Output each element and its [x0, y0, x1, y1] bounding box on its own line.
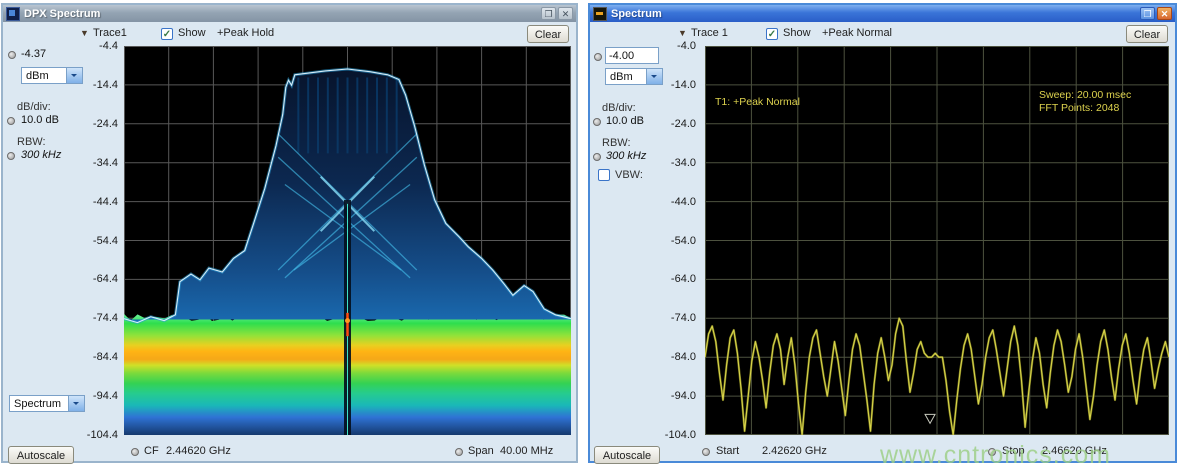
y-tick-label: -74.4: [93, 312, 118, 324]
knob-icon[interactable]: [593, 153, 601, 161]
clear-button[interactable]: Clear: [527, 25, 569, 43]
y-tick-label: -54.4: [93, 235, 118, 247]
vbw-checkbox[interactable]: [598, 169, 610, 181]
ref-level-value[interactable]: -4.37: [21, 48, 46, 60]
rbw-value[interactable]: 300 kHz: [21, 149, 61, 161]
y-tick-label: -44.0: [671, 196, 696, 208]
dpx-bottom-bar: CF 2.44620 GHz Span 40.00 MHz: [3, 443, 576, 461]
db-div-value[interactable]: 10.0 dB: [21, 114, 59, 126]
db-div-label: dB/div:: [602, 102, 636, 114]
y-tick-label: -44.4: [93, 196, 118, 208]
knob-icon[interactable]: [455, 448, 463, 456]
knob-icon[interactable]: [8, 51, 16, 59]
y-tick-label: -4.0: [677, 40, 696, 52]
trace-expander-icon[interactable]: ▼: [678, 28, 687, 38]
y-tick-label: -34.4: [93, 157, 118, 169]
knob-icon[interactable]: [702, 448, 710, 456]
y-tick-label: -94.0: [671, 390, 696, 402]
y-tick-label: -94.4: [93, 390, 118, 402]
y-tick-label: -104.4: [87, 429, 118, 441]
dpx-window-title: DPX Spectrum: [24, 8, 539, 20]
y-tick-label: -24.0: [671, 118, 696, 130]
y-tick-label: -74.0: [671, 312, 696, 324]
y-tick-label: -54.0: [671, 235, 696, 247]
y-tick-label: -14.4: [93, 79, 118, 91]
show-checkbox[interactable]: ✓: [161, 28, 173, 40]
trace-selector[interactable]: Trace1: [93, 27, 127, 39]
trace-mode-label: +Peak Normal: [822, 27, 892, 39]
fft-points-annotation: FFT Points: 2048: [1039, 102, 1119, 114]
rbw-value[interactable]: 300 kHz: [606, 150, 646, 162]
db-div-label: dB/div:: [17, 101, 51, 113]
dpx-titlebar[interactable]: DPX Spectrum ❐ ✕: [3, 5, 576, 22]
show-label: Show: [783, 27, 811, 39]
dpx-app-icon: [6, 7, 20, 21]
y-tick-label: -14.0: [671, 79, 696, 91]
y-tick-label: -84.0: [671, 351, 696, 363]
knob-icon[interactable]: [593, 118, 601, 126]
spectrum-window: Spectrum ❐ ✕ ▼ Trace 1 ✓ Show +Peak Norm…: [588, 3, 1177, 463]
dpx-y-axis: -4.4-14.4-24.4-34.4-44.4-54.4-64.4-74.4-…: [72, 46, 120, 435]
rbw-label: RBW:: [17, 136, 46, 148]
vbw-label: VBW:: [615, 169, 643, 181]
spectrum-titlebar[interactable]: Spectrum ❐ ✕: [590, 5, 1175, 22]
knob-icon[interactable]: [131, 448, 139, 456]
y-tick-label: -24.4: [93, 118, 118, 130]
close-button[interactable]: ✕: [558, 7, 573, 20]
knob-icon[interactable]: [7, 152, 15, 160]
dpx-toolbar: ▼ Trace1 ✓ Show +Peak Hold Clear: [3, 22, 576, 46]
knob-icon[interactable]: [594, 53, 602, 61]
restore-button[interactable]: ❐: [541, 7, 556, 20]
show-checkbox[interactable]: ✓: [766, 28, 778, 40]
spectrum-y-axis: -4.0-14.0-24.0-34.0-44.0-54.0-64.0-74.0-…: [650, 46, 698, 435]
knob-icon[interactable]: [7, 117, 15, 125]
start-label: Start: [716, 445, 739, 457]
trace-selector[interactable]: Trace 1: [691, 27, 728, 39]
dpx-plot[interactable]: [124, 46, 571, 435]
spectrum-window-title: Spectrum: [611, 8, 1138, 20]
clear-button[interactable]: Clear: [1126, 25, 1168, 43]
cf-value[interactable]: 2.44620 GHz: [166, 445, 231, 457]
span-value[interactable]: 40.00 MHz: [500, 445, 553, 457]
y-tick-label: -64.4: [93, 273, 118, 285]
trace-expander-icon[interactable]: ▼: [80, 28, 89, 38]
dpx-spectrum-window: DPX Spectrum ❐ ✕ ▼ Trace1 ✓ Show +Peak H…: [1, 3, 578, 463]
y-tick-label: -34.0: [671, 157, 696, 169]
y-tick-label: -64.0: [671, 273, 696, 285]
sweep-annotation: Sweep: 20.00 msec: [1039, 89, 1131, 101]
trace-info-annotation: T1: +Peak Normal: [715, 96, 800, 108]
y-tick-label: -84.4: [93, 351, 118, 363]
y-tick-label: -104.0: [665, 429, 696, 441]
show-label: Show: [178, 27, 206, 39]
rbw-label: RBW:: [602, 137, 631, 149]
watermark: www.cntronics.com: [880, 441, 1111, 470]
start-value[interactable]: 2.42620 GHz: [762, 445, 827, 457]
y-tick-label: -4.4: [99, 40, 118, 52]
close-button[interactable]: ✕: [1157, 7, 1172, 20]
spectrum-app-icon: [593, 7, 607, 21]
spectrum-plot[interactable]: T1: +Peak Normal Sweep: 20.00 msec FFT P…: [705, 46, 1169, 435]
trace-mode-label: +Peak Hold: [217, 27, 274, 39]
restore-button[interactable]: ❐: [1140, 7, 1155, 20]
db-div-value[interactable]: 10.0 dB: [606, 115, 644, 127]
cf-label: CF: [144, 445, 159, 457]
span-label: Span: [468, 445, 494, 457]
